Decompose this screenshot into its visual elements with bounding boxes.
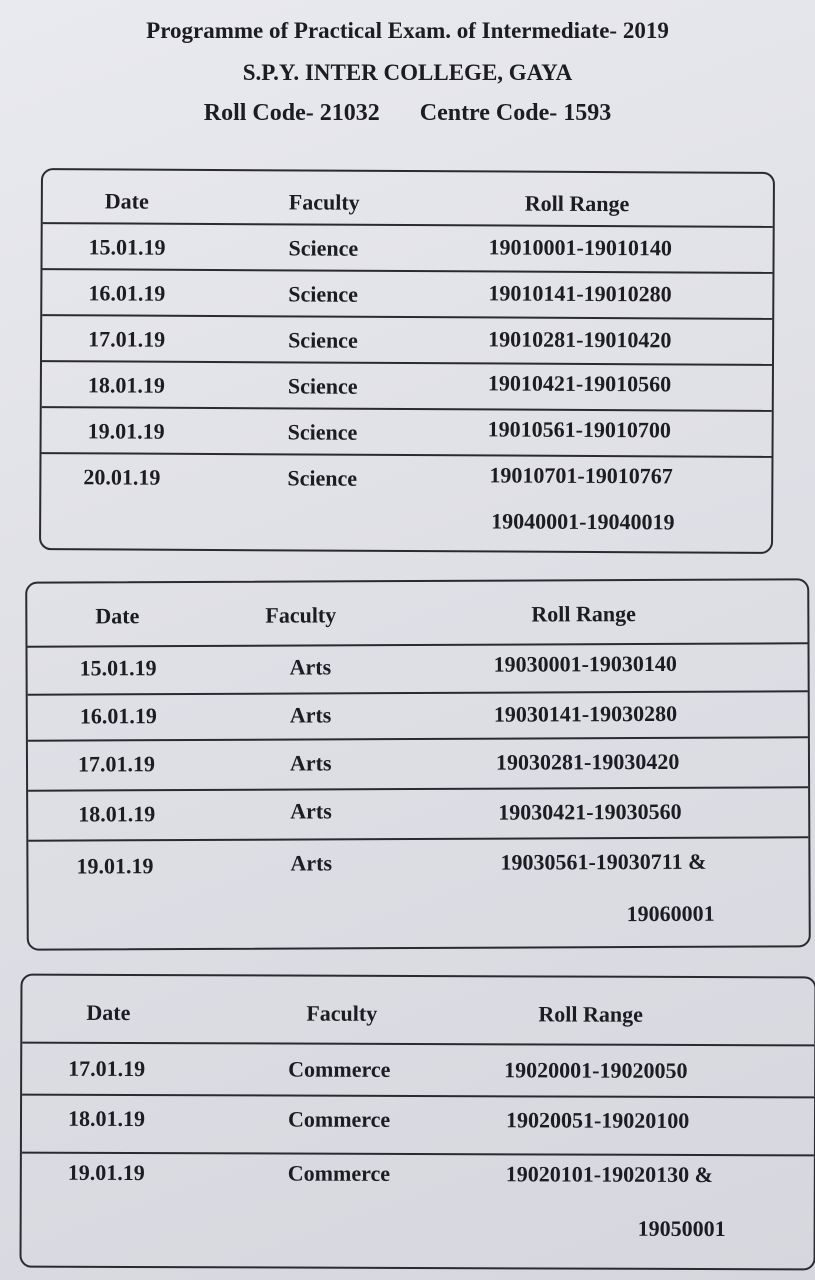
header-date: Date	[86, 999, 131, 1025]
header-roll-range: Roll Range	[538, 1001, 643, 1027]
table-header-row: Date Faculty Roll Range	[22, 1000, 814, 1045]
row-roll-range: 19010701-19010767	[489, 462, 673, 489]
table-row: 16.01.19 Science 19010141-19010280	[42, 268, 773, 320]
header-date: Date	[95, 603, 140, 629]
row-date: 15.01.19	[88, 234, 166, 260]
row-date: 19.01.19	[67, 1159, 145, 1186]
science-schedule-table: Date Faculty Roll Range 15.01.19 Science…	[39, 168, 775, 554]
table-header-row: Date Faculty Roll Range	[43, 188, 773, 226]
row-date: 19.01.19	[76, 853, 154, 879]
row-faculty: Arts	[290, 850, 333, 876]
row-faculty: Commerce	[288, 1056, 391, 1082]
row-faculty: Science	[288, 235, 359, 261]
row-date: 17.01.19	[68, 1055, 146, 1082]
table-row: 15.01.19 Science 19010001-19010140	[42, 222, 773, 274]
row-faculty: Science	[288, 281, 359, 307]
row-date: 18.01.19	[78, 801, 156, 827]
header-faculty: Faculty	[288, 189, 360, 215]
row-roll-range: 19030141-19030280	[493, 700, 678, 727]
row-roll-range: 19020051-19020100	[505, 1107, 690, 1133]
header-date: Date	[104, 188, 149, 214]
table-row: 18.01.19 Science 19010421-19010560	[41, 360, 772, 412]
row-date: 19.01.19	[87, 418, 165, 444]
table-header-row: Date Faculty Roll Range	[27, 600, 807, 645]
table-row: 17.01.19 Arts 19030281-19030420	[27, 736, 809, 792]
row-faculty: Science	[287, 419, 358, 445]
header-roll-range: Roll Range	[524, 190, 630, 217]
table-row: 18.01.19 Commerce 19020051-19020100	[21, 1093, 815, 1157]
header-faculty: Faculty	[306, 1000, 378, 1026]
roll-code: Roll Code- 21032	[203, 100, 380, 126]
centre-code: Centre Code- 1593	[419, 100, 612, 126]
table-row: 16.01.19 Arts 19030141-19030280	[27, 690, 808, 742]
row-roll-range: 19020001-19020050	[504, 1057, 688, 1083]
codes-line: Roll Code- 21032 Centre Code- 1593	[0, 100, 815, 127]
college-name: S.P.Y. INTER COLLEGE, GAYA	[242, 60, 573, 85]
commerce-schedule-table: Date Faculty Roll Range 17.01.19 Commerc…	[19, 973, 815, 1271]
row-roll-range: 19010141-19010280	[488, 280, 672, 307]
row-date: 15.01.19	[79, 655, 157, 681]
row-roll-range: 19010001-19010140	[488, 234, 672, 261]
row-faculty: Science	[287, 373, 358, 399]
row-roll-range-extra: 19050001	[637, 1215, 726, 1242]
row-faculty: Arts	[289, 702, 332, 728]
table-row: 17.01.19 Commerce 19020001-19020050	[22, 1041, 815, 1099]
table-row: 17.01.19 Science 19010281-19010420	[41, 314, 773, 366]
row-roll-range: 19030421-19030560	[498, 798, 682, 825]
arts-schedule-table: Date Faculty Roll Range 15.01.19 Arts 19…	[25, 578, 811, 951]
header-roll-range: Roll Range	[531, 601, 636, 627]
row-date: 18.01.19	[67, 1105, 146, 1132]
row-roll-range: 19030001-19030140	[493, 650, 677, 677]
table-row: 18.01.19 Arts 19030421-19030560	[28, 786, 809, 842]
row-roll-range: 19020101-19020130 &	[505, 1161, 714, 1188]
row-date: 16.01.19	[79, 703, 157, 729]
row-roll-range-extra: 19060001	[626, 900, 715, 927]
row-faculty: Science	[288, 327, 358, 353]
table-row: 19.01.19 Arts 19030561-19030711 & 190600…	[28, 836, 809, 947]
row-roll-range-extra: 19040001-19040019	[491, 508, 675, 535]
row-date: 18.01.19	[87, 372, 165, 398]
row-faculty: Arts	[290, 798, 332, 824]
header-faculty: Faculty	[265, 602, 337, 628]
row-faculty: Commerce	[287, 1106, 391, 1132]
table-row: 15.01.19 Arts 19030001-19030140	[27, 642, 808, 696]
row-roll-range: 19010281-19010420	[488, 326, 672, 353]
row-faculty: Commerce	[287, 1160, 391, 1186]
row-roll-range: 19030561-19030711 &	[500, 848, 707, 875]
row-date: 17.01.19	[77, 751, 156, 777]
row-roll-range: 19010421-19010560	[487, 370, 672, 397]
row-roll-range: 19010561-19010700	[487, 416, 672, 443]
table-row: 19.01.19 Commerce 19020101-19020130 & 19…	[21, 1151, 814, 1267]
document-page: Programme of Practical Exam. of Intermed…	[0, 0, 815, 1280]
row-roll-range: 19030281-19030420	[495, 748, 680, 775]
table-row: 20.01.19 Science 19010701-19010767 19040…	[41, 452, 772, 550]
document-title: Programme of Practical Exam. of Intermed…	[146, 18, 669, 43]
row-date: 16.01.19	[88, 280, 166, 306]
row-date: 20.01.19	[83, 464, 161, 490]
row-faculty: Arts	[289, 654, 332, 680]
table-row: 19.01.19 Science 19010561-19010700	[41, 406, 772, 458]
row-faculty: Science	[287, 465, 358, 491]
row-date: 17.01.19	[88, 326, 166, 352]
row-faculty: Arts	[289, 750, 332, 776]
